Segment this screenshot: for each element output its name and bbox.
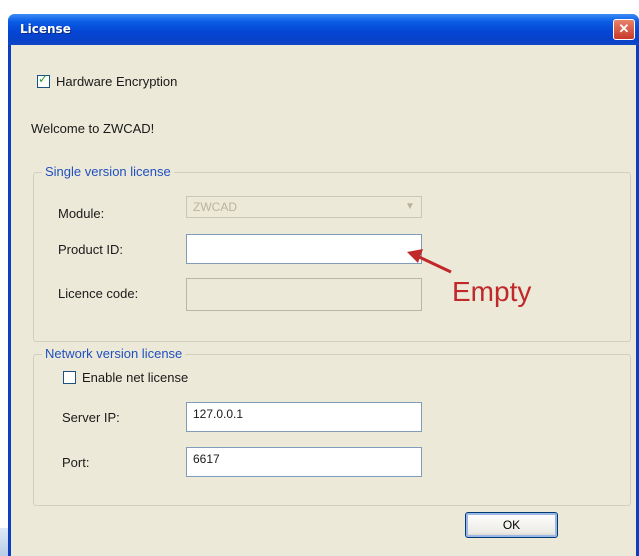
ok-button[interactable]: OK — [465, 512, 558, 538]
window-title: License — [20, 22, 71, 36]
hardware-encryption-checkbox[interactable] — [37, 72, 50, 88]
module-value: ZWCAD — [193, 200, 237, 214]
license-code-label: Licence code: — [58, 286, 139, 301]
close-icon: ✕ — [618, 21, 630, 36]
network-license-legend: Network version license — [42, 346, 186, 361]
empty-annotation: Empty — [452, 276, 532, 307]
module-label: Module: — [58, 206, 105, 221]
port-label: Port: — [62, 455, 90, 470]
module-select: ZWCAD ▼ — [186, 196, 422, 218]
enable-net-license-option[interactable]: Enable net license — [63, 370, 188, 385]
hardware-encryption-option[interactable]: Hardware Encryption — [37, 72, 178, 89]
hardware-encryption-label: Hardware Encryption — [56, 74, 178, 89]
welcome-text: Welcome to ZWCAD! — [31, 121, 155, 136]
server-ip-label: Server IP: — [62, 410, 120, 425]
annotation-arrow-icon — [407, 249, 452, 274]
product-id-field[interactable] — [186, 234, 422, 264]
server-ip-field[interactable]: 127.0.0.1 — [186, 402, 422, 432]
enable-net-license-label: Enable net license — [82, 370, 189, 385]
enable-net-license-checkbox[interactable] — [63, 371, 76, 384]
port-field[interactable]: 6617 — [186, 447, 422, 477]
product-id-label: Product ID: — [58, 242, 124, 257]
license-code-field[interactable] — [186, 278, 422, 311]
single-license-legend: Single version license — [42, 164, 174, 179]
close-button[interactable]: ✕ — [613, 19, 635, 40]
license-dialog: License ✕ Hardware Encryption Welcome to… — [8, 14, 639, 556]
title-bar[interactable]: License ✕ — [8, 14, 639, 45]
chevron-down-icon: ▼ — [405, 201, 415, 212]
